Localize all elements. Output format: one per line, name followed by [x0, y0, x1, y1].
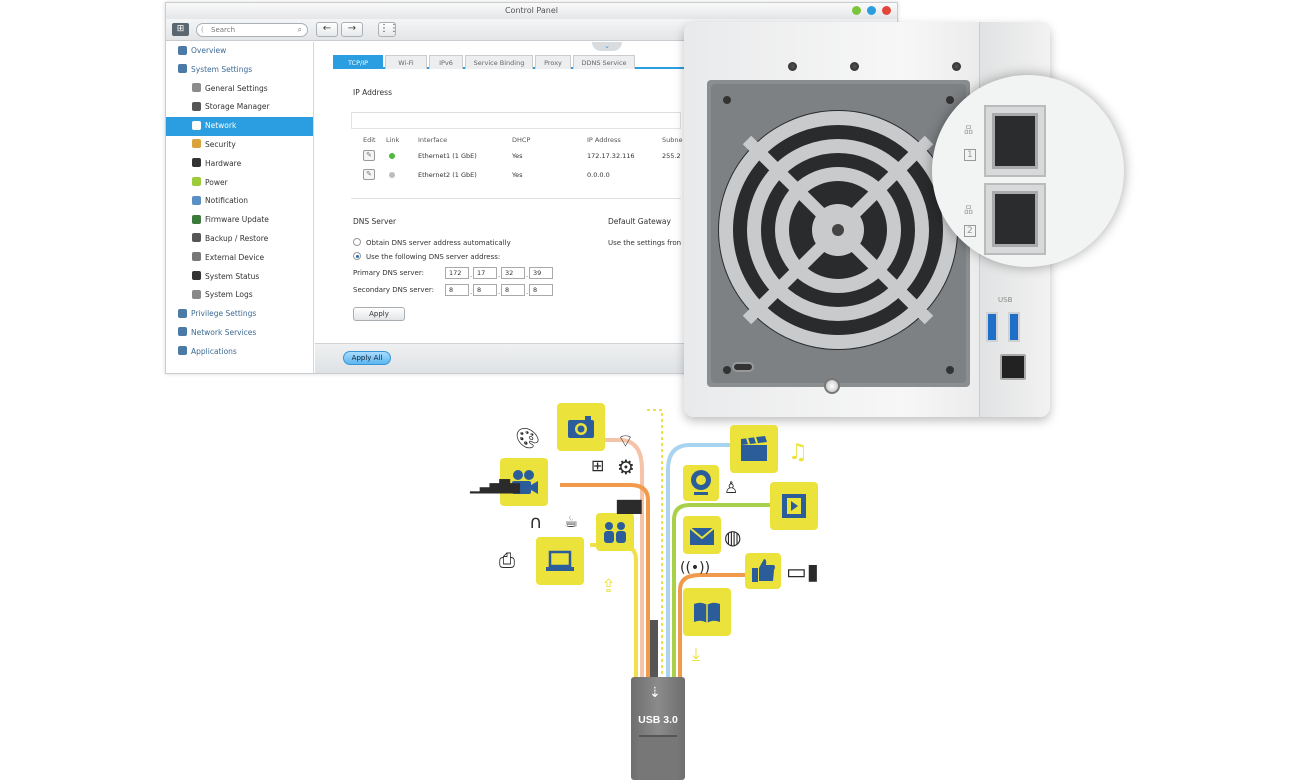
download-icon: ⤓: [692, 644, 700, 665]
printer-icon: ⎙: [499, 548, 515, 572]
usb-symbol-icon: ⇣: [649, 685, 661, 701]
camera-tile: [557, 403, 605, 451]
clapperboard-tile: [730, 425, 778, 473]
clapperboard-icon: [741, 436, 767, 461]
usb-connector: ⇣ USB 3.0: [631, 677, 685, 780]
users-icon: [604, 522, 626, 543]
mail-icon: [689, 527, 715, 545]
antenna-icon: ((•)): [680, 560, 711, 576]
gears-icon: ⚙: [617, 455, 635, 479]
users-tile: [596, 513, 634, 551]
coffee-icon: ☕︎: [564, 512, 579, 531]
book-tile: [683, 588, 731, 636]
camera-icon: [568, 416, 594, 438]
webcam-tile: [683, 465, 719, 501]
desktop-icon: ▭▮: [786, 560, 819, 585]
mail-tile: [683, 516, 721, 554]
network-icon: ⊞: [591, 456, 605, 475]
thumbs-up-tile: [745, 553, 781, 589]
usb-cables: [560, 409, 770, 680]
headphones-icon: ∩: [529, 512, 543, 533]
thumbs-up-icon: [752, 559, 775, 582]
chat-icon: ▆▆: [617, 495, 642, 514]
upload-icon: ⇪: [601, 576, 617, 597]
palette-icon: 🎨︎: [515, 426, 541, 450]
laptop-tile: [536, 537, 584, 585]
film-icon: [782, 494, 806, 518]
webcam-icon: [691, 470, 711, 495]
film-tile: [770, 482, 818, 530]
laptop-icon: [546, 550, 574, 571]
wifi-icon: ⌔: [617, 431, 634, 452]
book-icon: [694, 602, 720, 623]
equalizer-icon: ▁▃▅▇▅: [470, 478, 520, 494]
usb-3-label: USB 3.0: [638, 714, 678, 726]
music-icon: ♫: [788, 440, 808, 465]
person-icon: ♙: [724, 478, 739, 497]
globe-icon: ◍: [724, 525, 742, 549]
